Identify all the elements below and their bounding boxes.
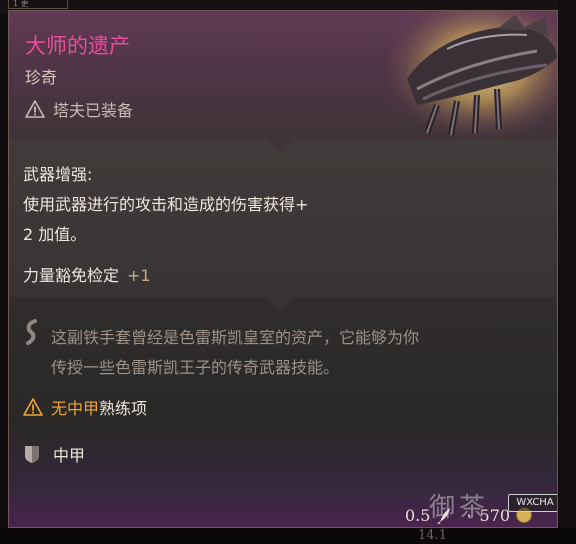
- armor-type: 中甲: [23, 441, 85, 467]
- item-name: 大师的遗产: [25, 34, 130, 58]
- scroll-icon: [26, 319, 37, 345]
- warning-icon: [25, 100, 45, 118]
- saving-throw-value: +1: [127, 266, 151, 285]
- background-tab: 1 更: [8, 0, 68, 9]
- background-number: 14.1: [418, 528, 447, 543]
- proficiency-label: 熟练项: [99, 399, 148, 418]
- item-tooltip: 大师的遗产 珍奇 塔夫已装备 武器增强: 使用武器进行的攻击和造成的伤害获得+ …: [8, 10, 558, 528]
- watermark-text: 御茶: [429, 493, 490, 523]
- item-rarity: 珍奇: [25, 68, 58, 87]
- armor-type-label: 中甲: [53, 446, 86, 465]
- background-right-edge: [558, 0, 576, 544]
- equipped-status: 塔夫已装备: [25, 97, 133, 121]
- enhancement-description-line1: 使用武器进行的攻击和造成的伤害获得+: [23, 195, 309, 214]
- enhancement-title: 武器增强:: [23, 165, 93, 184]
- warning-icon: [23, 398, 43, 416]
- proficiency-warning: 无中甲 熟练项: [23, 394, 147, 420]
- gauntlet-art: [387, 11, 557, 137]
- shield-icon: [25, 446, 39, 463]
- enhancement-description-line2: 2 加值。: [23, 225, 87, 244]
- saving-throw-label: 力量豁免检定: [23, 266, 120, 285]
- lore-text-line2: 传授一些色雷斯凯王子的传奇武器技能。: [51, 358, 340, 377]
- weight-value: 0.5: [405, 505, 431, 525]
- watermark-badge: WXCHA: [508, 494, 557, 512]
- equipped-label: 塔夫已装备: [53, 101, 134, 120]
- proficiency-highlight: 无中甲: [51, 399, 100, 418]
- lore-text-line1: 这副铁手套曾经是色雷斯凯皇室的资产，它能够为你: [51, 328, 420, 347]
- saving-throw-bonus: 力量豁免检定 +1: [23, 262, 151, 286]
- tooltip-header: 大师的遗产 珍奇 塔夫已装备: [9, 11, 557, 139]
- background-bottom-strip: [0, 528, 576, 544]
